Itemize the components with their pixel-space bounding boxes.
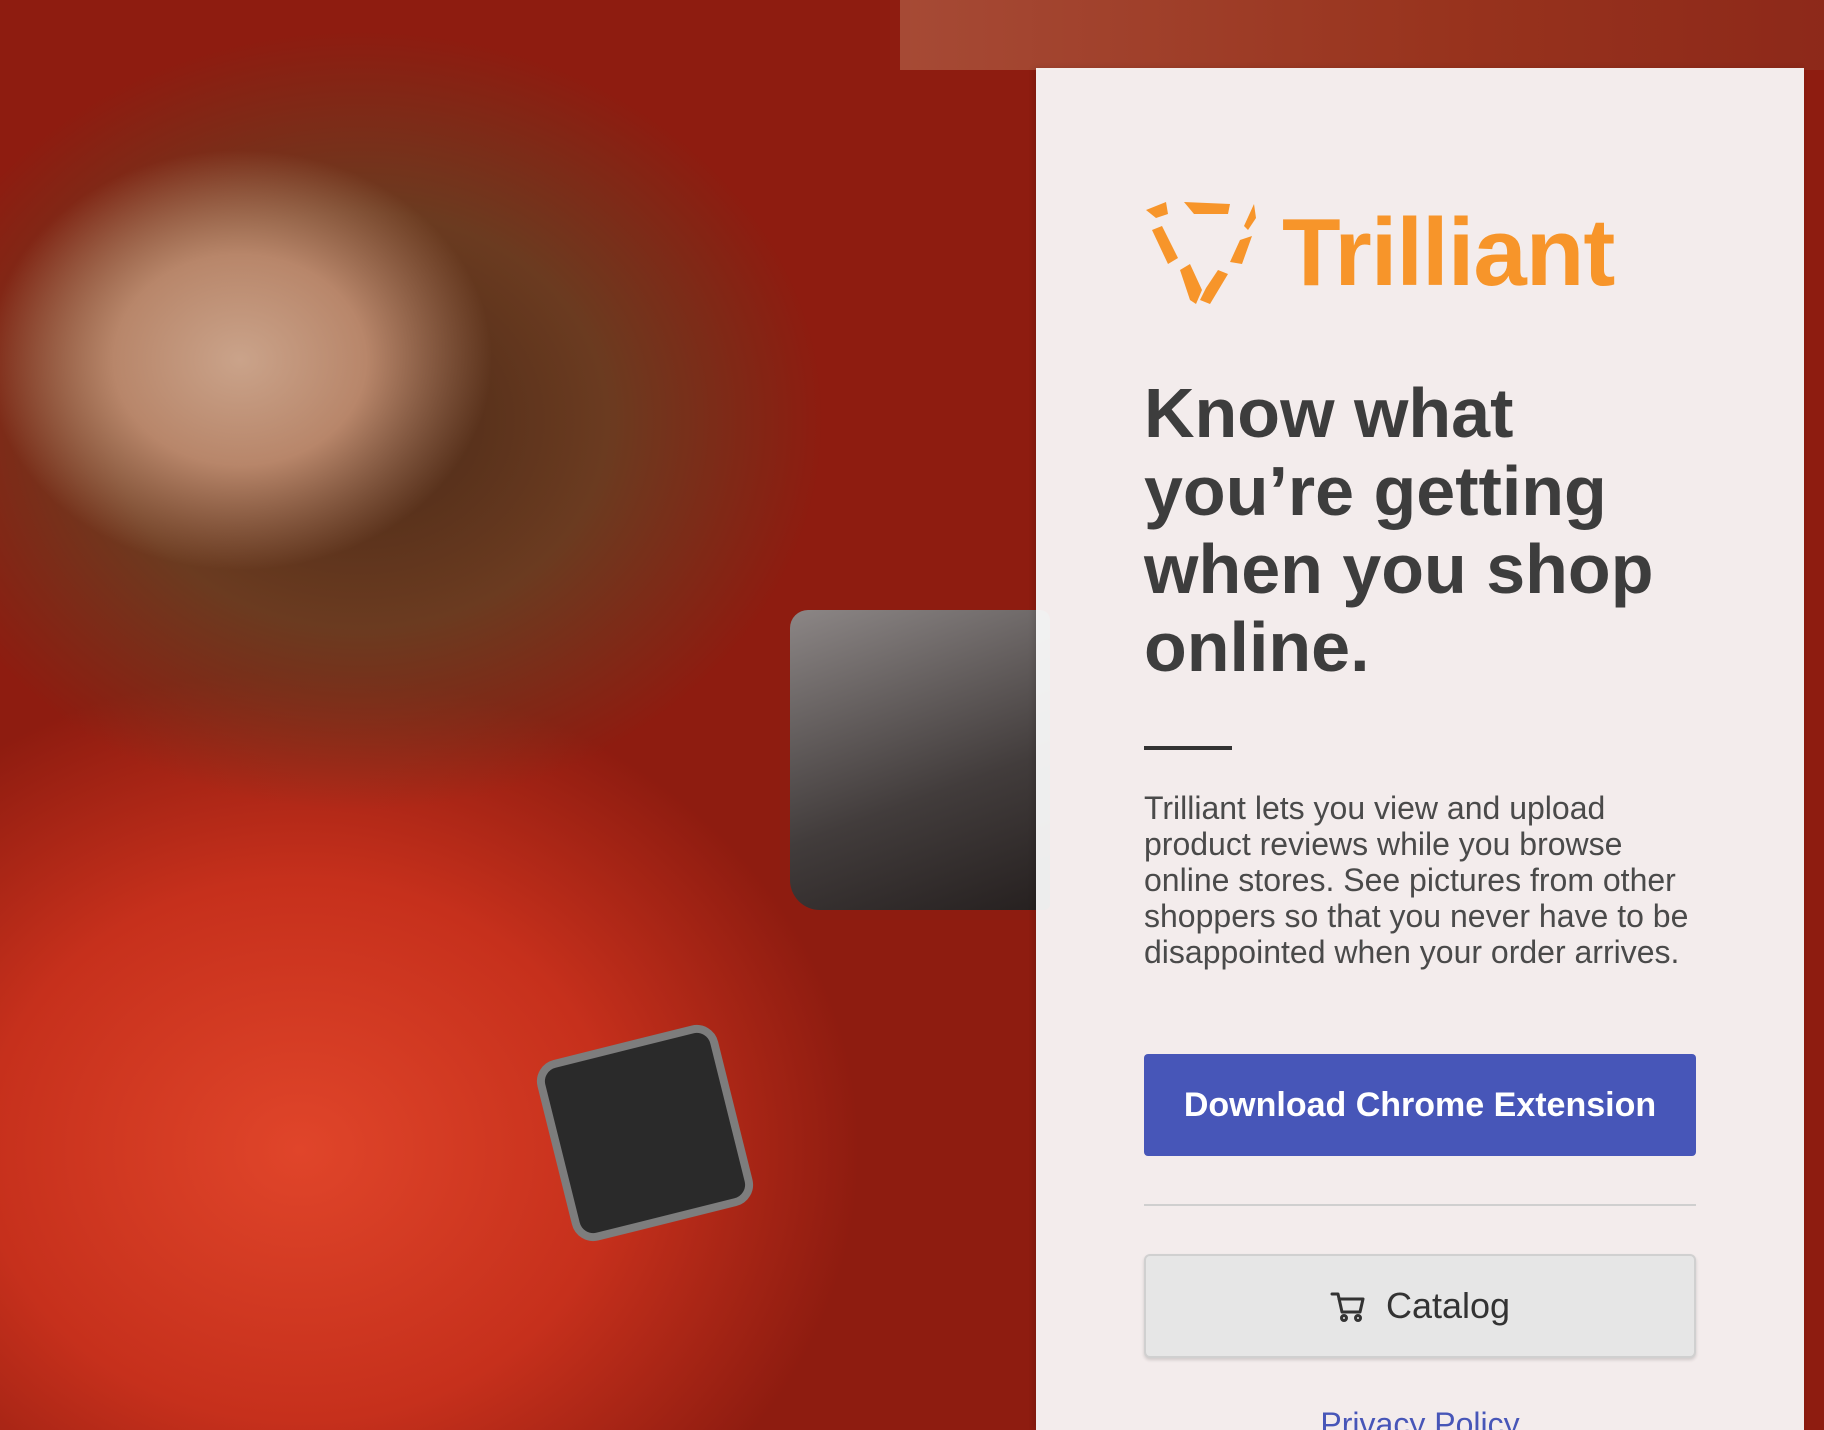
content-panel: Trilliant Know what you’re getting when … (1036, 68, 1804, 1430)
catalog-button[interactable]: Catalog (1144, 1254, 1696, 1358)
page-headline: Know what you’re getting when you shop o… (1144, 374, 1654, 686)
brand-name: Trilliant (1282, 199, 1615, 306)
download-chrome-extension-button[interactable]: Download Chrome Extension (1144, 1054, 1696, 1156)
catalog-label: Catalog (1385, 1285, 1511, 1326)
landing-page: Trilliant Know what you’re getting when … (0, 0, 1824, 1430)
privacy-policy-link[interactable]: Privacy Policy (1144, 1406, 1696, 1430)
brand-logo: Trilliant (1144, 199, 1615, 306)
background-photo-blur (900, 0, 1824, 70)
product-description: Trilliant lets you view and upload produ… (1144, 790, 1689, 970)
headline-divider (1144, 746, 1232, 750)
shopping-cart-icon (1330, 1292, 1365, 1322)
section-divider (1144, 1204, 1696, 1206)
trilliant-triangle-logo-icon (1146, 202, 1256, 304)
camera-image (790, 610, 1050, 910)
